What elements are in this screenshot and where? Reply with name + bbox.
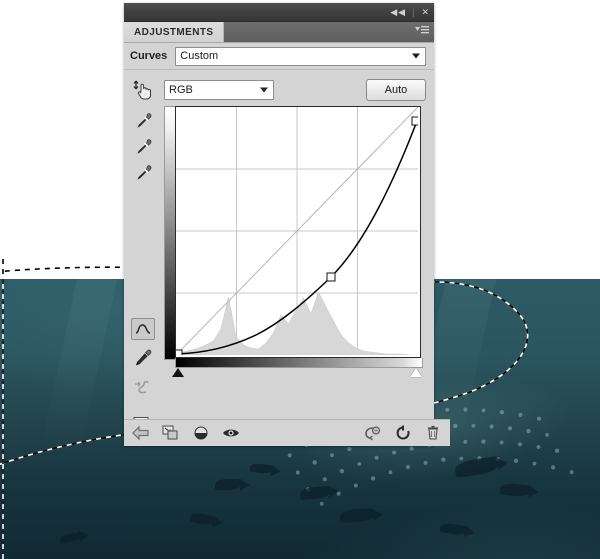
panel-tab-bar[interactable]: ADJUSTMENTS	[124, 22, 434, 43]
targeted-adjustment-hand-icon[interactable]	[131, 78, 155, 102]
white-input-slider[interactable]	[410, 368, 422, 377]
chevron-down-icon[interactable]	[260, 87, 268, 93]
channel-select-value: RGB	[169, 84, 193, 96]
preview-eye-button[interactable]	[222, 424, 240, 442]
curves-graph[interactable]	[175, 106, 421, 358]
curve-tool-icon[interactable]	[131, 318, 155, 340]
tab-adjustments-label: ADJUSTMENTS	[134, 26, 214, 38]
eyedropper-black-point-icon[interactable]	[131, 110, 155, 134]
preset-select[interactable]: Custom	[175, 46, 426, 66]
input-gradient-bar	[175, 358, 423, 368]
fish-silhouette	[215, 479, 241, 490]
preset-select-value: Custom	[180, 50, 219, 62]
preset-label: Curves	[130, 50, 168, 62]
white-point-handle	[411, 116, 418, 126]
channel-row: RGB Auto	[164, 76, 426, 104]
clip-to-layer-button[interactable]	[162, 424, 180, 442]
auto-button[interactable]: Auto	[366, 79, 426, 101]
auto-button-label: Auto	[384, 84, 408, 96]
light-shaft	[38, 279, 122, 459]
smooth-curve-icon[interactable]	[131, 376, 155, 400]
curve-plot[interactable]	[176, 107, 418, 355]
fish-silhouette	[59, 532, 81, 544]
curves-tool-column	[124, 70, 162, 410]
curves-graph-area[interactable]	[164, 106, 423, 377]
mid-point-handle	[326, 272, 336, 282]
delete-adjustment-layer-button[interactable]	[424, 424, 442, 442]
close-icon[interactable]: ✕	[421, 4, 430, 20]
black-input-slider[interactable]	[172, 368, 184, 377]
collapse-panel-icon[interactable]: ◀◀	[390, 4, 406, 20]
black-point-handle	[176, 349, 183, 355]
eyedropper-gray-point-icon[interactable]	[131, 136, 155, 160]
return-to-adjustment-list-button[interactable]	[132, 424, 150, 442]
panel-footer	[124, 419, 450, 446]
channel-select[interactable]: RGB	[164, 80, 274, 100]
pencil-tool-icon[interactable]	[131, 346, 155, 370]
chevron-down-icon[interactable]	[412, 53, 420, 59]
reset-adjustment-button[interactable]	[394, 424, 412, 442]
panel-body: RGB Auto	[124, 70, 434, 410]
curves-content: RGB Auto	[162, 70, 434, 410]
panel-titlebar[interactable]: ◀◀ | ✕	[124, 3, 434, 22]
fish-silhouette	[189, 511, 215, 527]
output-gradient-bar	[164, 106, 175, 360]
preset-row: Curves Custom	[124, 43, 434, 70]
view-previous-state-button[interactable]	[364, 424, 382, 442]
adjustments-panel[interactable]: ◀◀ | ✕ ADJUSTMENTS Curves Custom RGB Aut…	[124, 3, 450, 446]
eyedropper-white-point-icon[interactable]	[131, 162, 155, 186]
toggle-layer-visibility-button[interactable]	[192, 424, 210, 442]
panel-menu-icon[interactable]	[415, 25, 429, 36]
tab-adjustments[interactable]: ADJUSTMENTS	[124, 22, 225, 42]
titlebar-separator: |	[412, 7, 416, 17]
tab-bar-empty-area	[224, 22, 434, 42]
